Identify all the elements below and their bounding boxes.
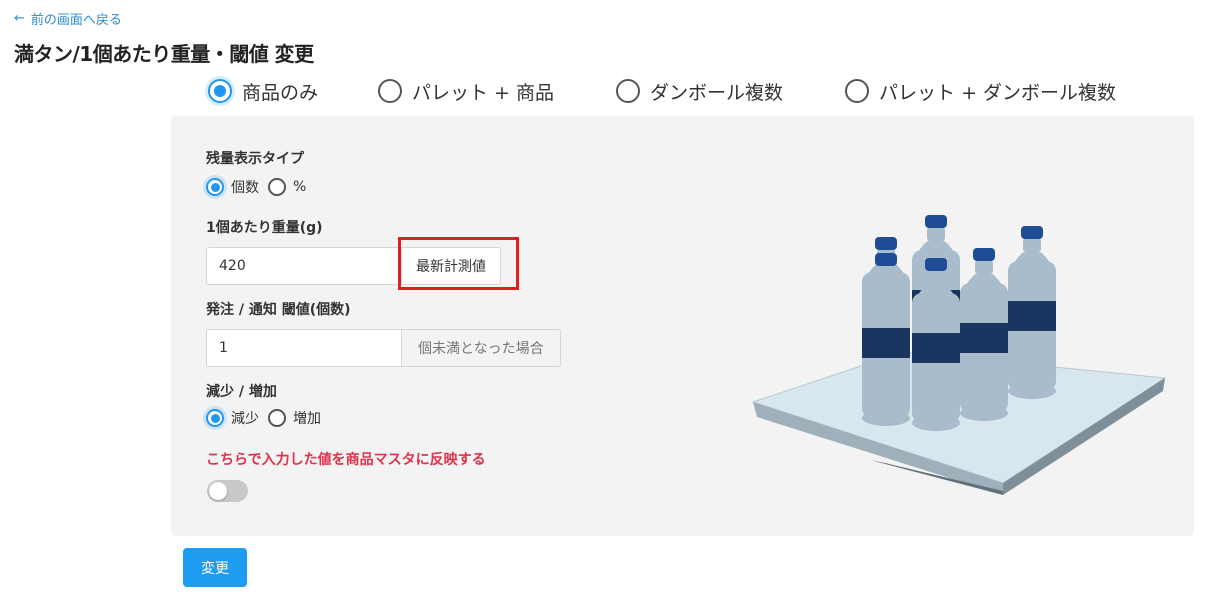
threshold-input-group: 個未満となった場合 xyxy=(206,329,561,367)
unit-weight-input[interactable] xyxy=(206,247,401,285)
arrow-left-icon: ← xyxy=(14,11,25,26)
mode-option-label: パレット + ダンボール複数 xyxy=(879,81,1117,104)
mode-option-item-only[interactable]: 商品のみ xyxy=(208,78,318,105)
direction-label: 減少 / 増加 xyxy=(206,384,277,400)
threshold-label: 発注 / 通知 閾値(個数) xyxy=(206,302,351,318)
threshold-input[interactable] xyxy=(206,329,401,367)
reflect-to-master-toggle[interactable] xyxy=(207,480,248,502)
page-title: 満タン/1個あたり重量・閾値 変更 xyxy=(14,42,314,66)
display-type-option-label: % xyxy=(293,179,307,195)
radio-checked-icon[interactable] xyxy=(208,79,232,103)
radio-unchecked-icon[interactable] xyxy=(268,409,286,427)
mode-option-label: パレット + 商品 xyxy=(412,81,555,104)
change-submit-button[interactable]: 変更 xyxy=(183,548,247,587)
bottle-front-right xyxy=(960,248,1008,421)
back-link[interactable]: ← 前の画面へ戻る xyxy=(14,9,122,28)
radio-checked-icon[interactable] xyxy=(206,409,224,427)
direction-option-label: 減少 xyxy=(231,411,259,427)
mode-option-label: 商品のみ xyxy=(242,81,319,104)
unit-weight-input-group: 最新計測値 xyxy=(206,247,501,285)
unit-weight-label: 1個あたり重量(g) xyxy=(206,220,323,236)
direction-option-decrease[interactable]: 減少 xyxy=(206,408,259,428)
display-type-option-count[interactable]: 個数 xyxy=(206,177,259,197)
direction-radio-group: 減少 増加 xyxy=(206,408,330,428)
radio-unchecked-icon[interactable] xyxy=(845,79,870,103)
display-type-label: 残量表示タイプ xyxy=(206,151,304,167)
latest-measurement-button[interactable]: 最新計測値 xyxy=(401,247,501,285)
radio-checked-icon[interactable] xyxy=(206,178,224,196)
mode-option-label: ダンボール複数 xyxy=(650,81,784,104)
back-link-label: 前の画面へ戻る xyxy=(30,13,122,28)
display-type-option-label: 個数 xyxy=(231,180,259,196)
radio-unchecked-icon[interactable] xyxy=(616,79,641,103)
radio-unchecked-icon[interactable] xyxy=(378,79,403,103)
mode-option-pallet-item[interactable]: パレット + 商品 xyxy=(378,78,554,105)
bottle-back-right xyxy=(1008,226,1056,399)
threshold-suffix: 個未満となった場合 xyxy=(401,329,561,367)
display-type-option-percent[interactable]: % xyxy=(268,178,306,196)
toggle-knob xyxy=(209,482,227,500)
mode-option-pallet-cardboard[interactable]: パレット + ダンボール複数 xyxy=(845,78,1116,105)
direction-option-increase[interactable]: 増加 xyxy=(268,408,321,428)
direction-option-label: 増加 xyxy=(293,411,321,427)
mode-radio-group: 商品のみ パレット + 商品 ダンボール複数 パレット + ダンボール複数 xyxy=(208,76,1116,106)
radio-unchecked-icon[interactable] xyxy=(268,178,286,196)
mode-option-cardboard[interactable]: ダンボール複数 xyxy=(616,78,783,105)
reflect-to-master-label: こちらで入力した値を商品マスタに反映する xyxy=(206,452,486,468)
display-type-radio-group: 個数 % xyxy=(206,177,315,197)
bottles-on-scale-illustration xyxy=(751,215,1167,495)
